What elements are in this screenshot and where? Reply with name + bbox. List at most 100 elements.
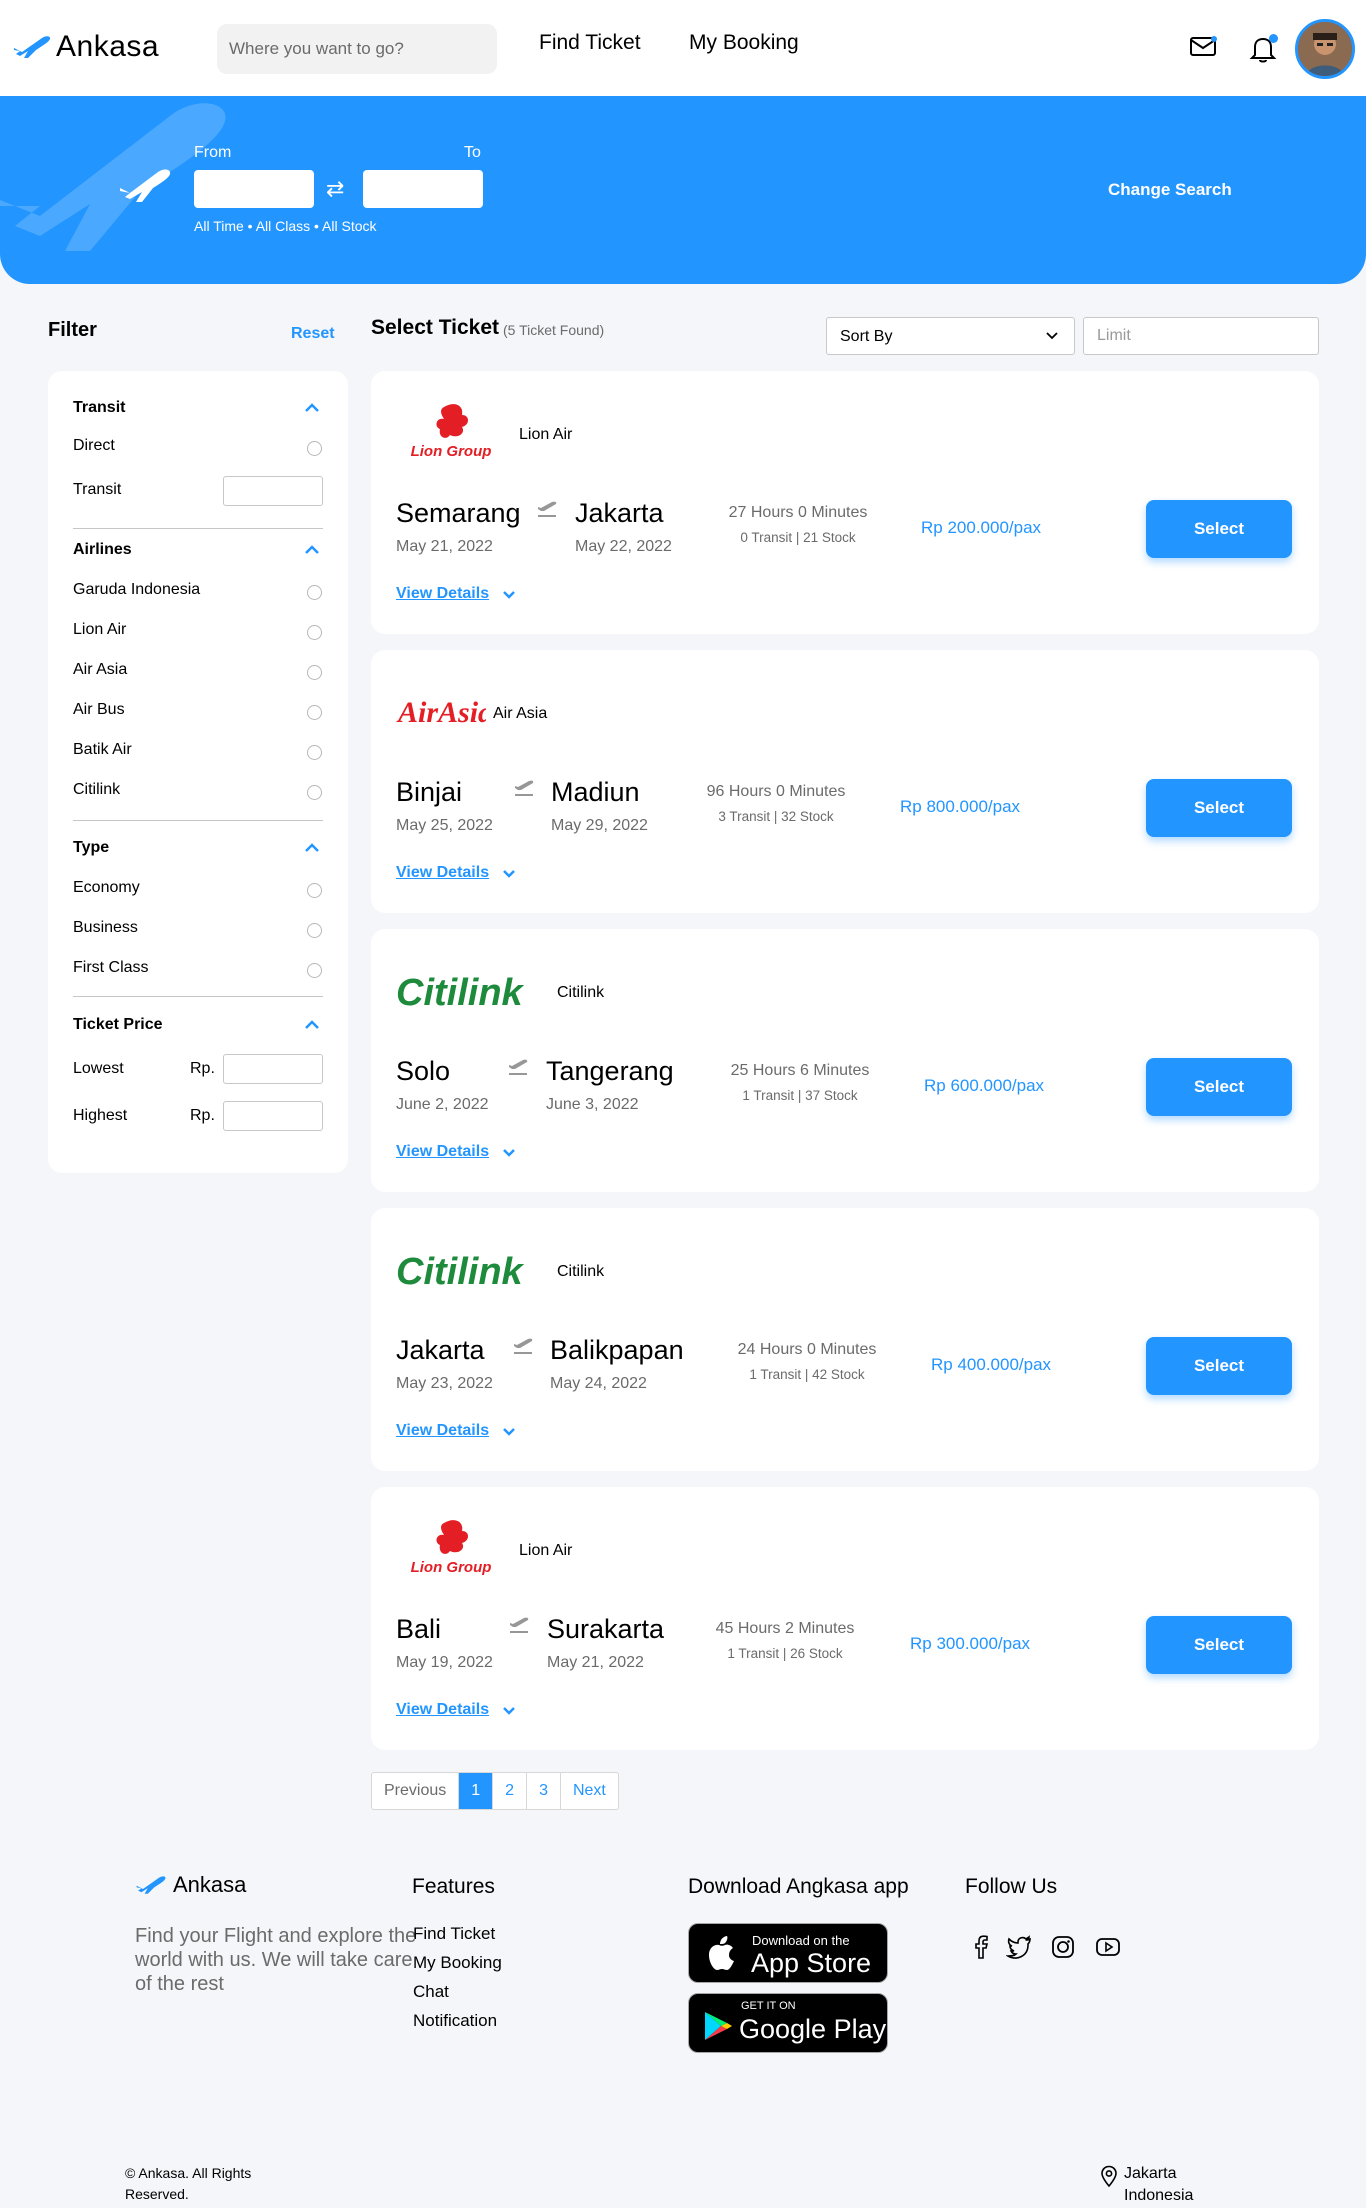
twitter-icon[interactable] (1006, 1934, 1032, 1960)
filter-highest-input[interactable] (223, 1101, 323, 1131)
transit-stock: 3 Transit | 32 Stock (718, 809, 834, 824)
select-button[interactable]: Select (1146, 1058, 1292, 1116)
notification-dot (1269, 34, 1278, 43)
ticket-price: Rp 300.000/pax (910, 1634, 1031, 1653)
bell-icon[interactable] (1249, 34, 1279, 64)
departure-date: May 23, 2022 (396, 1375, 493, 1392)
filter-type-first-radio[interactable] (307, 963, 322, 978)
footer-link-find-ticket[interactable]: Find Ticket (413, 1924, 495, 1944)
chevron-down-icon[interactable] (502, 1706, 516, 1716)
brand-logo[interactable]: Ankasa (12, 30, 159, 64)
avatar[interactable] (1295, 19, 1355, 79)
footer-link-chat[interactable]: Chat (413, 1982, 449, 2002)
from-label: From (194, 144, 232, 161)
pagination-next[interactable]: Next (561, 1773, 618, 1809)
departure-date: May 21, 2022 (396, 538, 493, 555)
filter-airline-garuda: Garuda Indonesia (73, 581, 201, 598)
pagination-previous[interactable]: Previous (372, 1773, 460, 1809)
select-button[interactable]: Select (1146, 1616, 1292, 1674)
transit-stock: 1 Transit | 42 Stock (749, 1367, 865, 1382)
view-details-link[interactable]: View Details (396, 1701, 489, 1719)
filter-type-business: Business (73, 919, 138, 936)
filter-airline-batik-radio[interactable] (307, 745, 322, 760)
filter-airline-citilink-radio[interactable] (307, 785, 322, 800)
filter-transit-input[interactable] (223, 476, 323, 506)
view-details-link[interactable]: View Details (396, 1143, 489, 1161)
chevron-up-icon[interactable] (304, 843, 320, 853)
filter-airline-airbus-radio[interactable] (307, 705, 322, 720)
footer-features-title: Features (412, 1875, 495, 1898)
airline-name: Citilink (557, 984, 605, 1001)
filter-lowest-input[interactable] (223, 1054, 323, 1084)
chevron-up-icon[interactable] (304, 1020, 320, 1030)
chevron-up-icon[interactable] (304, 545, 320, 555)
filter-airline-lion: Lion Air (73, 621, 127, 638)
filter-title: Filter (48, 319, 97, 341)
arrival-date: May 22, 2022 (575, 538, 672, 555)
filter-airline-lion-radio[interactable] (307, 625, 322, 640)
logo-text: AirAsia (396, 696, 486, 729)
footer-brand[interactable]: Ankasa (135, 1872, 246, 1898)
filter-direct-radio[interactable] (307, 441, 322, 456)
footer-link-notification[interactable]: Notification (413, 2011, 497, 2031)
instagram-icon[interactable] (1050, 1934, 1076, 1960)
select-button[interactable]: Select (1146, 1337, 1292, 1395)
arrival-date: May 24, 2022 (550, 1375, 647, 1392)
apple-icon (709, 1936, 734, 1970)
departure-date: May 19, 2022 (396, 1654, 493, 1671)
limit-input[interactable] (1083, 317, 1319, 355)
ticket-price: Rp 200.000/pax (921, 518, 1042, 537)
filter-type-economy: Economy (73, 879, 140, 896)
view-details-link[interactable]: View Details (396, 864, 489, 882)
pagination-page-3[interactable]: 3 (527, 1773, 561, 1809)
filter-airline-airasia-radio[interactable] (307, 665, 322, 680)
view-details-link[interactable]: View Details (396, 585, 489, 603)
search-meta: All Time • All Class • All Stock (194, 218, 377, 234)
plane-logo-icon (14, 36, 51, 58)
pagination-page-2[interactable]: 2 (493, 1773, 528, 1809)
chevron-down-icon[interactable] (502, 869, 516, 879)
chevron-down-icon[interactable] (502, 590, 516, 600)
filter-reset-button[interactable]: Reset (291, 325, 335, 343)
citilink-logo: Citilink (396, 1251, 525, 1293)
nav-find-ticket[interactable]: Find Ticket (539, 31, 641, 55)
plane-departure-icon (538, 501, 557, 517)
search-input[interactable] (229, 39, 479, 59)
nav-my-booking[interactable]: My Booking (689, 31, 799, 55)
sort-by-select[interactable]: Sort By (826, 317, 1075, 355)
from-input[interactable] (194, 170, 314, 208)
citilink-logo: Citilink (396, 972, 525, 1014)
google-play-icon (705, 2012, 732, 2040)
ticket-count: (5 Ticket Found) (503, 322, 605, 338)
ticket-card: Lion Group Lion Air Bali Surakarta May 1… (371, 1487, 1319, 1750)
logo-text: Citilink (396, 1251, 525, 1293)
filter-transit-label: Transit (73, 481, 122, 498)
destination-city: Tangerang (546, 1056, 674, 1086)
app-store-button[interactable]: Download on the App Store (688, 1923, 888, 1983)
search-hero: From To ⇄ All Time • All Class • All Sto… (0, 96, 1366, 284)
pagination-page-1[interactable]: 1 (459, 1773, 494, 1809)
view-details-link[interactable]: View Details (396, 1422, 489, 1440)
filter-airline-garuda-radio[interactable] (307, 585, 322, 600)
ticket-price: Rp 400.000/pax (931, 1355, 1052, 1374)
chevron-down-icon[interactable] (502, 1148, 516, 1158)
facebook-icon[interactable] (968, 1934, 994, 1960)
filter-type-economy-radio[interactable] (307, 883, 322, 898)
google-play-button[interactable]: GET IT ON Google Play (688, 1993, 888, 2053)
change-search-button[interactable]: Change Search (1108, 180, 1232, 200)
location-pin-icon (1101, 2165, 1117, 2187)
to-input[interactable] (363, 170, 483, 208)
flight-duration: 45 Hours 2 Minutes (715, 1620, 855, 1637)
youtube-icon[interactable] (1095, 1934, 1121, 1960)
footer-link-my-booking[interactable]: My Booking (413, 1953, 502, 1973)
flight-duration: 96 Hours 0 Minutes (706, 783, 846, 800)
mail-icon[interactable] (1189, 34, 1219, 64)
swap-icon[interactable]: ⇄ (326, 176, 344, 202)
chevron-up-icon[interactable] (304, 403, 320, 413)
origin-city: Jakarta (396, 1335, 485, 1365)
chevron-down-icon[interactable] (502, 1427, 516, 1437)
filter-type-business-radio[interactable] (307, 923, 322, 938)
footer-follow-title: Follow Us (965, 1875, 1058, 1898)
select-button[interactable]: Select (1146, 500, 1292, 558)
select-button[interactable]: Select (1146, 779, 1292, 837)
